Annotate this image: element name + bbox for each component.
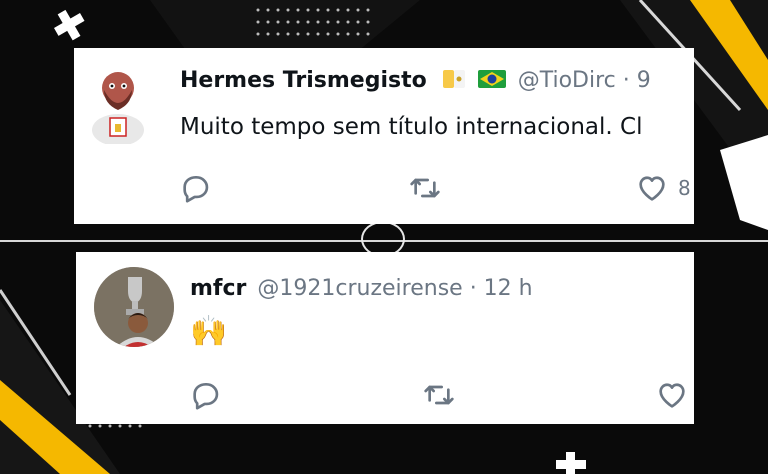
tweet-text: Muito tempo sem título internacional. Cl: [180, 114, 643, 140]
tweet-card-1[interactable]: Hermes Trismegisto @TioDirc · 9 Muito te…: [74, 48, 694, 224]
avatar[interactable]: [94, 267, 174, 347]
tweet-text: 🙌: [190, 314, 228, 349]
reply-button[interactable]: [190, 379, 222, 411]
trophy-photo-icon: [94, 267, 174, 347]
reply-icon: [183, 176, 209, 203]
tweet-header: mfcr @1921cruzeirense · 12 h: [190, 276, 533, 301]
handle[interactable]: @TioDirc · 9: [518, 68, 651, 93]
handle[interactable]: @1921cruzeirense · 12 h: [257, 276, 532, 301]
avatar[interactable]: [88, 64, 148, 144]
tweet-header: Hermes Trismegisto @TioDirc · 9: [180, 68, 651, 93]
reply-button[interactable]: [180, 172, 212, 204]
display-name[interactable]: mfcr: [190, 276, 246, 301]
vatican-flag-icon: [442, 68, 466, 90]
retweet-icon: [424, 385, 454, 405]
heart-icon: [639, 176, 665, 201]
retweet-icon: [410, 178, 440, 198]
cartoon-avatar-icon: [92, 72, 144, 144]
tweet-card-2[interactable]: mfcr @1921cruzeirense · 12 h 🙌: [76, 252, 694, 424]
like-count: 8: [678, 176, 691, 200]
reply-icon: [193, 383, 219, 410]
display-name[interactable]: Hermes Trismegisto: [180, 68, 427, 93]
like-button[interactable]: 8: [636, 172, 691, 204]
retweet-button[interactable]: [422, 379, 456, 411]
like-button[interactable]: [656, 379, 688, 411]
retweet-button[interactable]: [408, 172, 442, 204]
brazil-flag-icon: [477, 68, 507, 90]
heart-icon: [659, 383, 685, 408]
